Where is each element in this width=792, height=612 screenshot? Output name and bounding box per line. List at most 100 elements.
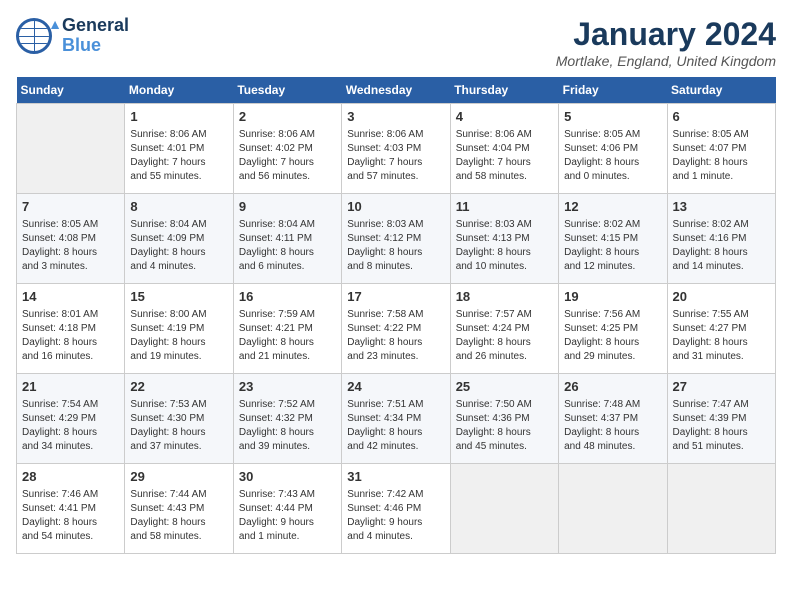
day-number: 28 xyxy=(22,468,119,486)
day-number: 5 xyxy=(564,108,661,126)
calendar-cell: 2 Sunrise: 8:06 AM Sunset: 4:02 PM Daylig… xyxy=(233,104,341,194)
calendar-week-4: 21 Sunrise: 7:54 AM Sunset: 4:29 PM Dayli… xyxy=(17,374,776,464)
day-number: 29 xyxy=(130,468,227,486)
calendar-cell: 14Sunrise: 8:01 AM Sunset: 4:18 PM Dayli… xyxy=(17,284,125,374)
calendar-cell: 5Sunrise: 8:05 AM Sunset: 4:06 PM Daylig… xyxy=(559,104,667,194)
weekday-header-sunday: Sunday xyxy=(17,77,125,104)
day-number: 17 xyxy=(347,288,444,306)
day-info: Sunrise: 7:57 AM Sunset: 4:24 PM Dayligh… xyxy=(456,308,553,364)
day-info: Sunrise: 7:42 AM Sunset: 4:46 PM Dayligh… xyxy=(347,488,444,544)
calendar-cell: 23 Sunrise: 7:52 AM Sunset: 4:32 PM Dayli… xyxy=(233,374,341,464)
day-number: 30 xyxy=(239,468,336,486)
calendar-week-1: 1Sunrise: 8:06 AM Sunset: 4:01 PM Daylig… xyxy=(17,104,776,194)
day-number: 24 xyxy=(347,378,444,396)
calendar-cell: 3 Sunrise: 8:06 AM Sunset: 4:03 PM Daylig… xyxy=(342,104,450,194)
calendar-cell: 24Sunrise: 7:51 AM Sunset: 4:34 PM Dayli… xyxy=(342,374,450,464)
day-number: 14 xyxy=(22,288,119,306)
calendar-cell: 28 Sunrise: 7:46 AM Sunset: 4:41 PM Dayli… xyxy=(17,464,125,554)
day-info: Sunrise: 8:06 AM Sunset: 4:02 PM Dayligh… xyxy=(239,128,336,184)
calendar-cell: 1Sunrise: 8:06 AM Sunset: 4:01 PM Daylig… xyxy=(125,104,233,194)
calendar-cell xyxy=(667,464,775,554)
calendar-cell: 27 Sunrise: 7:47 AM Sunset: 4:39 PM Dayli… xyxy=(667,374,775,464)
day-number: 12 xyxy=(564,198,661,216)
day-info: Sunrise: 7:44 AM Sunset: 4:43 PM Dayligh… xyxy=(130,488,227,544)
calendar-cell: 7 Sunrise: 8:05 AM Sunset: 4:08 PM Daylig… xyxy=(17,194,125,284)
day-number: 7 xyxy=(22,198,119,216)
day-info: Sunrise: 7:58 AM Sunset: 4:22 PM Dayligh… xyxy=(347,308,444,364)
day-number: 13 xyxy=(673,198,770,216)
day-number: 31 xyxy=(347,468,444,486)
calendar-cell: 13 Sunrise: 8:02 AM Sunset: 4:16 PM Dayli… xyxy=(667,194,775,284)
month-title: January 2024 xyxy=(556,16,776,53)
day-info: Sunrise: 7:55 AM Sunset: 4:27 PM Dayligh… xyxy=(673,308,770,364)
day-info: Sunrise: 7:52 AM Sunset: 4:32 PM Dayligh… xyxy=(239,398,336,454)
day-number: 15 xyxy=(130,288,227,306)
day-info: Sunrise: 8:00 AM Sunset: 4:19 PM Dayligh… xyxy=(130,308,227,364)
weekday-header-wednesday: Wednesday xyxy=(342,77,450,104)
day-info: Sunrise: 7:48 AM Sunset: 4:37 PM Dayligh… xyxy=(564,398,661,454)
day-info: Sunrise: 7:46 AM Sunset: 4:41 PM Dayligh… xyxy=(22,488,119,544)
day-info: Sunrise: 7:54 AM Sunset: 4:29 PM Dayligh… xyxy=(22,398,119,454)
calendar-cell: 18Sunrise: 7:57 AM Sunset: 4:24 PM Dayli… xyxy=(450,284,558,374)
day-info: Sunrise: 8:06 AM Sunset: 4:03 PM Dayligh… xyxy=(347,128,444,184)
calendar-week-3: 14Sunrise: 8:01 AM Sunset: 4:18 PM Dayli… xyxy=(17,284,776,374)
calendar-week-5: 28 Sunrise: 7:46 AM Sunset: 4:41 PM Dayli… xyxy=(17,464,776,554)
day-number: 11 xyxy=(456,198,553,216)
calendar-cell: 11Sunrise: 8:03 AM Sunset: 4:13 PM Dayli… xyxy=(450,194,558,284)
day-info: Sunrise: 7:47 AM Sunset: 4:39 PM Dayligh… xyxy=(673,398,770,454)
calendar-cell: 9 Sunrise: 8:04 AM Sunset: 4:11 PM Daylig… xyxy=(233,194,341,284)
weekday-header-tuesday: Tuesday xyxy=(233,77,341,104)
calendar-cell: 19 Sunrise: 7:56 AM Sunset: 4:25 PM Dayli… xyxy=(559,284,667,374)
calendar-cell: 30 Sunrise: 7:43 AM Sunset: 4:44 PM Dayli… xyxy=(233,464,341,554)
calendar-cell: 16 Sunrise: 7:59 AM Sunset: 4:21 PM Dayli… xyxy=(233,284,341,374)
day-info: Sunrise: 8:04 AM Sunset: 4:09 PM Dayligh… xyxy=(130,218,227,274)
calendar-cell xyxy=(17,104,125,194)
calendar-cell: 15 Sunrise: 8:00 AM Sunset: 4:19 PM Dayli… xyxy=(125,284,233,374)
calendar-cell xyxy=(559,464,667,554)
day-number: 22 xyxy=(130,378,227,396)
calendar-cell: 20Sunrise: 7:55 AM Sunset: 4:27 PM Dayli… xyxy=(667,284,775,374)
calendar-cell: 29 Sunrise: 7:44 AM Sunset: 4:43 PM Dayli… xyxy=(125,464,233,554)
weekday-header-row: SundayMondayTuesdayWednesdayThursdayFrid… xyxy=(17,77,776,104)
day-number: 10 xyxy=(347,198,444,216)
day-number: 9 xyxy=(239,198,336,216)
day-info: Sunrise: 8:04 AM Sunset: 4:11 PM Dayligh… xyxy=(239,218,336,274)
day-info: Sunrise: 8:05 AM Sunset: 4:07 PM Dayligh… xyxy=(673,128,770,184)
day-info: Sunrise: 8:02 AM Sunset: 4:16 PM Dayligh… xyxy=(673,218,770,274)
calendar-cell: 4 Sunrise: 8:06 AM Sunset: 4:04 PM Daylig… xyxy=(450,104,558,194)
day-info: Sunrise: 7:43 AM Sunset: 4:44 PM Dayligh… xyxy=(239,488,336,544)
weekday-header-thursday: Thursday xyxy=(450,77,558,104)
day-number: 27 xyxy=(673,378,770,396)
day-number: 2 xyxy=(239,108,336,126)
calendar-cell xyxy=(450,464,558,554)
weekday-header-friday: Friday xyxy=(559,77,667,104)
day-number: 16 xyxy=(239,288,336,306)
weekday-header-monday: Monday xyxy=(125,77,233,104)
day-info: Sunrise: 7:53 AM Sunset: 4:30 PM Dayligh… xyxy=(130,398,227,454)
day-info: Sunrise: 7:56 AM Sunset: 4:25 PM Dayligh… xyxy=(564,308,661,364)
location: Mortlake, England, United Kingdom xyxy=(556,53,776,69)
day-info: Sunrise: 8:03 AM Sunset: 4:12 PM Dayligh… xyxy=(347,218,444,274)
calendar-cell: 6Sunrise: 8:05 AM Sunset: 4:07 PM Daylig… xyxy=(667,104,775,194)
page-header: ▲ GeneralBlue January 2024 Mortlake, Eng… xyxy=(16,16,776,69)
calendar-table: SundayMondayTuesdayWednesdayThursdayFrid… xyxy=(16,77,776,554)
calendar-cell: 10 Sunrise: 8:03 AM Sunset: 4:12 PM Dayli… xyxy=(342,194,450,284)
day-number: 4 xyxy=(456,108,553,126)
day-number: 23 xyxy=(239,378,336,396)
day-info: Sunrise: 7:59 AM Sunset: 4:21 PM Dayligh… xyxy=(239,308,336,364)
day-number: 19 xyxy=(564,288,661,306)
calendar-cell: 26Sunrise: 7:48 AM Sunset: 4:37 PM Dayli… xyxy=(559,374,667,464)
calendar-cell: 8 Sunrise: 8:04 AM Sunset: 4:09 PM Daylig… xyxy=(125,194,233,284)
calendar-cell: 22 Sunrise: 7:53 AM Sunset: 4:30 PM Dayli… xyxy=(125,374,233,464)
calendar-cell: 12 Sunrise: 8:02 AM Sunset: 4:15 PM Dayli… xyxy=(559,194,667,284)
day-number: 3 xyxy=(347,108,444,126)
day-number: 21 xyxy=(22,378,119,396)
day-info: Sunrise: 8:06 AM Sunset: 4:04 PM Dayligh… xyxy=(456,128,553,184)
day-number: 25 xyxy=(456,378,553,396)
calendar-cell: 17 Sunrise: 7:58 AM Sunset: 4:22 PM Dayli… xyxy=(342,284,450,374)
day-number: 8 xyxy=(130,198,227,216)
day-info: Sunrise: 8:02 AM Sunset: 4:15 PM Dayligh… xyxy=(564,218,661,274)
day-info: Sunrise: 8:05 AM Sunset: 4:08 PM Dayligh… xyxy=(22,218,119,274)
logo: ▲ GeneralBlue xyxy=(16,16,129,56)
day-info: Sunrise: 8:06 AM Sunset: 4:01 PM Dayligh… xyxy=(130,128,227,184)
